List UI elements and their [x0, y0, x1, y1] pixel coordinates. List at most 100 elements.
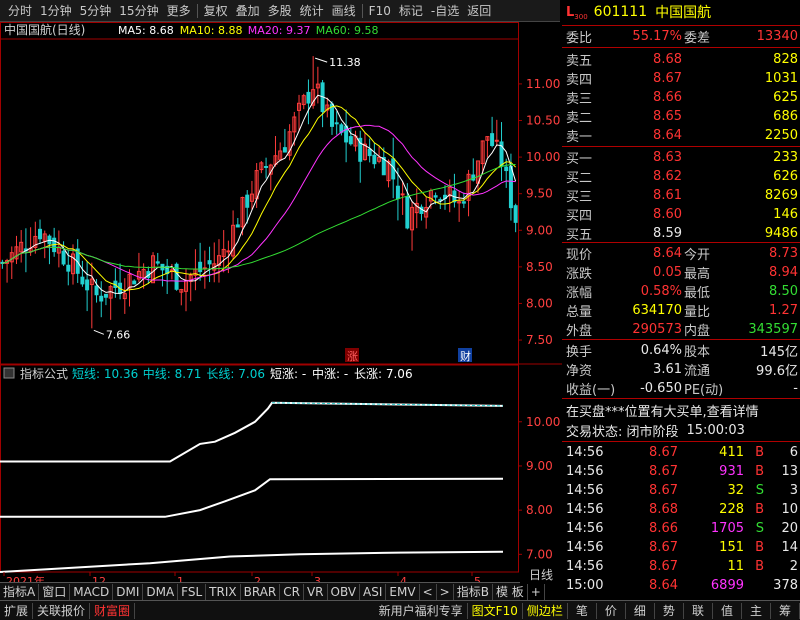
indicator-tab[interactable]: TRIX: [206, 583, 241, 600]
candle-body: [461, 201, 466, 204]
bid-price: 8.59: [653, 226, 682, 241]
toolbar-item[interactable]: 多股: [264, 2, 296, 19]
y-axis-label: 10.00: [526, 150, 560, 164]
bottom-link[interactable]: 扩展: [0, 602, 34, 619]
candle-body: [494, 139, 499, 142]
indicator-tab[interactable]: +: [528, 583, 545, 600]
tick-time: 15:00: [566, 578, 604, 593]
indicator-tab[interactable]: 指标A: [0, 583, 40, 600]
bid-volume: 146: [773, 207, 798, 222]
candle-body: [367, 148, 372, 157]
toolbar-item[interactable]: 5分钟: [76, 2, 116, 19]
toolbar-item[interactable]: -自选: [427, 2, 463, 19]
l2-badge-sub: 300: [574, 13, 588, 21]
bid-volume: 626: [773, 169, 798, 184]
ask-row: 卖二 8.65 686: [562, 107, 800, 126]
indicator-tab[interactable]: DMA: [143, 583, 179, 600]
stat-label: 最高: [684, 267, 711, 282]
indicator-plot-frame: [0, 364, 519, 573]
indicator-value: 短线: 10.36: [72, 367, 138, 381]
tick-direction: B: [755, 559, 764, 574]
tick-volume: 931: [719, 464, 744, 479]
bottom-link[interactable]: 新用户福利专享: [375, 602, 468, 619]
indicator-value: 短涨: -: [270, 366, 306, 381]
indicator-tab[interactable]: FSL: [178, 583, 207, 600]
tick-direction: S: [755, 521, 764, 536]
toolbar-item[interactable]: 复权: [200, 2, 232, 19]
toolbar-item[interactable]: F10: [365, 4, 395, 18]
ask-volume: 2250: [764, 128, 798, 143]
tick-volume: 228: [719, 502, 744, 517]
indicator-tab[interactable]: EMV: [386, 583, 420, 600]
stat-value: 1.27: [769, 303, 798, 318]
toolbar-item[interactable]: 返回: [463, 2, 495, 19]
tick-count: 6: [789, 445, 798, 460]
toolbar-item[interactable]: 统计: [296, 2, 328, 19]
chart-area: 11.00 10.50 10.00 9.50 9.00 8.50 8.00 7.50 10.00…: [0, 22, 562, 582]
info-value: -: [793, 381, 798, 396]
y-axis-label: 8.00: [526, 503, 553, 517]
indicator-tab[interactable]: CR: [280, 583, 304, 600]
tick-price: 8.67: [649, 559, 678, 574]
tick-time: 14:56: [566, 445, 604, 460]
toolbar-item[interactable]: 1分钟: [36, 2, 76, 19]
bottom-link[interactable]: 关联报价: [33, 602, 91, 619]
indicator-tab[interactable]: OBV: [328, 583, 361, 600]
indicator-tab[interactable]: >: [437, 583, 454, 600]
stat-value: 290573: [632, 322, 682, 337]
toolbar-item[interactable]: 分时: [4, 2, 36, 19]
candle-body: [508, 165, 513, 209]
tick-direction: S: [755, 483, 764, 498]
bottom-link[interactable]: 图文F10: [468, 602, 523, 619]
ask-price: 8.67: [653, 71, 682, 86]
candle-body: [513, 205, 518, 223]
tick-row: 14:56 8.67 151 B 14: [562, 538, 800, 557]
weibi-label: 委比: [566, 31, 593, 46]
indicator-tab[interactable]: 指标B: [454, 583, 493, 600]
indicator-tab[interactable]: BRAR: [241, 583, 281, 600]
indicator-tab[interactable]: MACD: [70, 583, 114, 600]
tick-time: 14:56: [566, 502, 604, 517]
bid-volume: 8269: [764, 188, 798, 203]
indicator-tab[interactable]: 模 板: [493, 583, 528, 600]
indicator-tab[interactable]: DMI: [113, 583, 144, 600]
y-axis-label: 7.00: [526, 547, 553, 561]
indicator-tab[interactable]: VR: [304, 583, 328, 600]
stat-label: 内盘: [684, 324, 711, 339]
candle-body: [372, 154, 377, 165]
indicator-tab[interactable]: <: [420, 583, 437, 600]
stat-label: 外盘: [566, 324, 593, 339]
toolbar-item[interactable]: 标记: [395, 2, 427, 19]
trade-status: 交易状态: 闭市阶段: [566, 425, 679, 440]
stat-label: 涨幅: [566, 286, 593, 301]
tick-price: 8.67: [649, 464, 678, 479]
toolbar-item[interactable]: 更多: [163, 2, 195, 19]
indicator-tab[interactable]: 窗口: [39, 583, 71, 600]
y-axis-label: 8.00: [526, 296, 553, 310]
tick-row: 14:56 8.67 11 B 2: [562, 557, 800, 576]
ma-label: MA20: 9.37: [248, 24, 311, 37]
tick-count: 13: [781, 464, 798, 479]
info-value: 0.64%: [640, 343, 682, 358]
indicator-value: 长线: 7.06: [206, 367, 265, 381]
stat-label: 量比: [684, 305, 711, 320]
y-axis-label: 9.50: [526, 187, 553, 201]
stat-value: 8.50: [769, 284, 798, 299]
ask-volume: 625: [773, 90, 798, 105]
period-mode-label[interactable]: 日线: [520, 566, 562, 582]
indicator-tab[interactable]: ASI: [360, 583, 387, 600]
tick-price: 8.66: [649, 521, 678, 536]
x-axis-label: 2: [254, 575, 261, 582]
big-order-notice[interactable]: 在买盘***位置有大买单,查看详情: [562, 401, 800, 420]
tick-row: 15:00 8.64 6899 378: [562, 576, 800, 595]
toolbar-item[interactable]: 15分钟: [115, 2, 162, 19]
bottom-link[interactable]: 财富圈: [90, 602, 136, 619]
tick-time: 14:56: [566, 559, 604, 574]
tick-row: 14:56 8.68 228 B 10: [562, 500, 800, 519]
toolbar-item[interactable]: 画线: [328, 2, 360, 19]
main-plot-frame: [0, 22, 519, 365]
info-label: 流通: [684, 364, 711, 379]
candle-body: [395, 185, 400, 200]
toolbar-item[interactable]: 叠加: [232, 2, 264, 19]
info-row: 净资 3.61 流通 99.6亿: [562, 360, 800, 379]
